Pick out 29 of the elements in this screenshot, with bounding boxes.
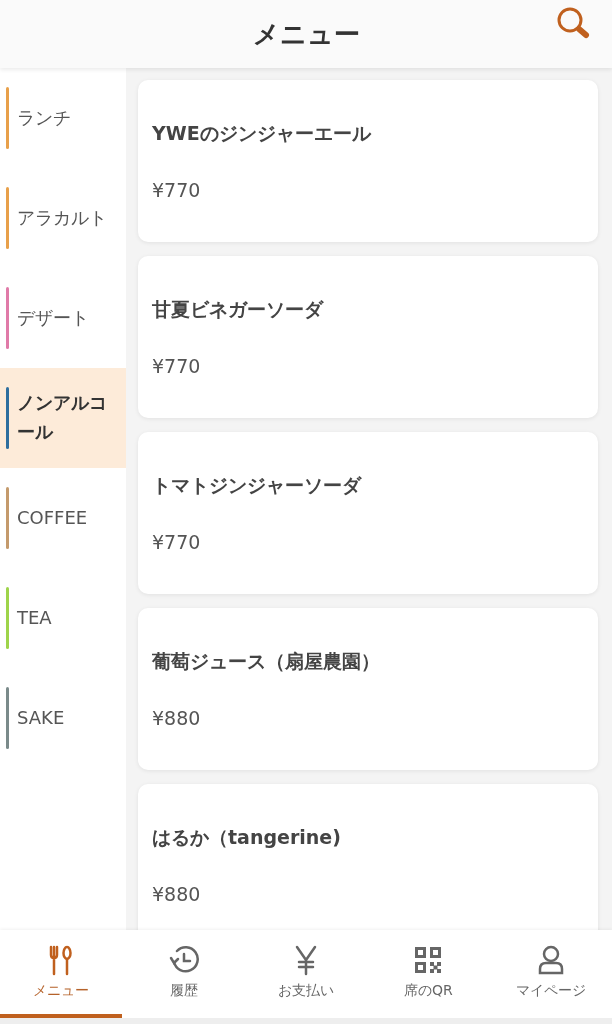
category-item[interactable]: ランチ bbox=[0, 68, 126, 168]
category-item[interactable]: TEA bbox=[0, 568, 126, 668]
menu-item-card[interactable]: トマトジンジャーソーダ ¥770 bbox=[138, 432, 598, 594]
item-price: ¥770 bbox=[152, 355, 202, 377]
category-item[interactable]: デザート bbox=[0, 268, 126, 368]
menu-item-card[interactable]: はるか（tangerine) ¥880 bbox=[138, 784, 598, 930]
item-name: YWEのジンジャーエール bbox=[152, 121, 372, 146]
history-icon bbox=[167, 944, 200, 976]
menu-item-card[interactable]: YWEのジンジャーエール ¥770 bbox=[138, 80, 598, 242]
item-price: ¥880 bbox=[152, 707, 202, 729]
item-price: ¥880 bbox=[152, 883, 202, 905]
category-item[interactable]: SAKE bbox=[0, 668, 126, 768]
nav-tab[interactable]: お支払い bbox=[244, 930, 368, 1018]
item-name: トマトジンジャーソーダ bbox=[152, 473, 363, 498]
item-price: ¥770 bbox=[152, 179, 202, 201]
nav-tab[interactable]: マイページ bbox=[489, 930, 612, 1018]
item-name: 甘夏ビネガーソーダ bbox=[152, 297, 325, 322]
menu-item-card[interactable]: 甘夏ビネガーソーダ ¥770 bbox=[138, 256, 598, 418]
item-price: ¥770 bbox=[152, 531, 202, 553]
category-item[interactable]: ノンアルコール bbox=[0, 368, 126, 468]
category-item[interactable]: COFFEE bbox=[0, 468, 126, 568]
nav-tab[interactable]: 席のQR bbox=[367, 930, 490, 1018]
item-name: 葡萄ジュース（扇屋農園） bbox=[152, 649, 381, 674]
page-title: メニュー bbox=[252, 17, 360, 51]
category-item[interactable]: アラカルト bbox=[0, 168, 126, 268]
search-icon[interactable] bbox=[556, 6, 590, 40]
nav-tab[interactable]: 履歴 bbox=[122, 930, 245, 1018]
menu-item-card[interactable]: 葡萄ジュース（扇屋農園） ¥880 bbox=[138, 608, 598, 770]
item-name: はるか（tangerine) bbox=[152, 825, 342, 850]
